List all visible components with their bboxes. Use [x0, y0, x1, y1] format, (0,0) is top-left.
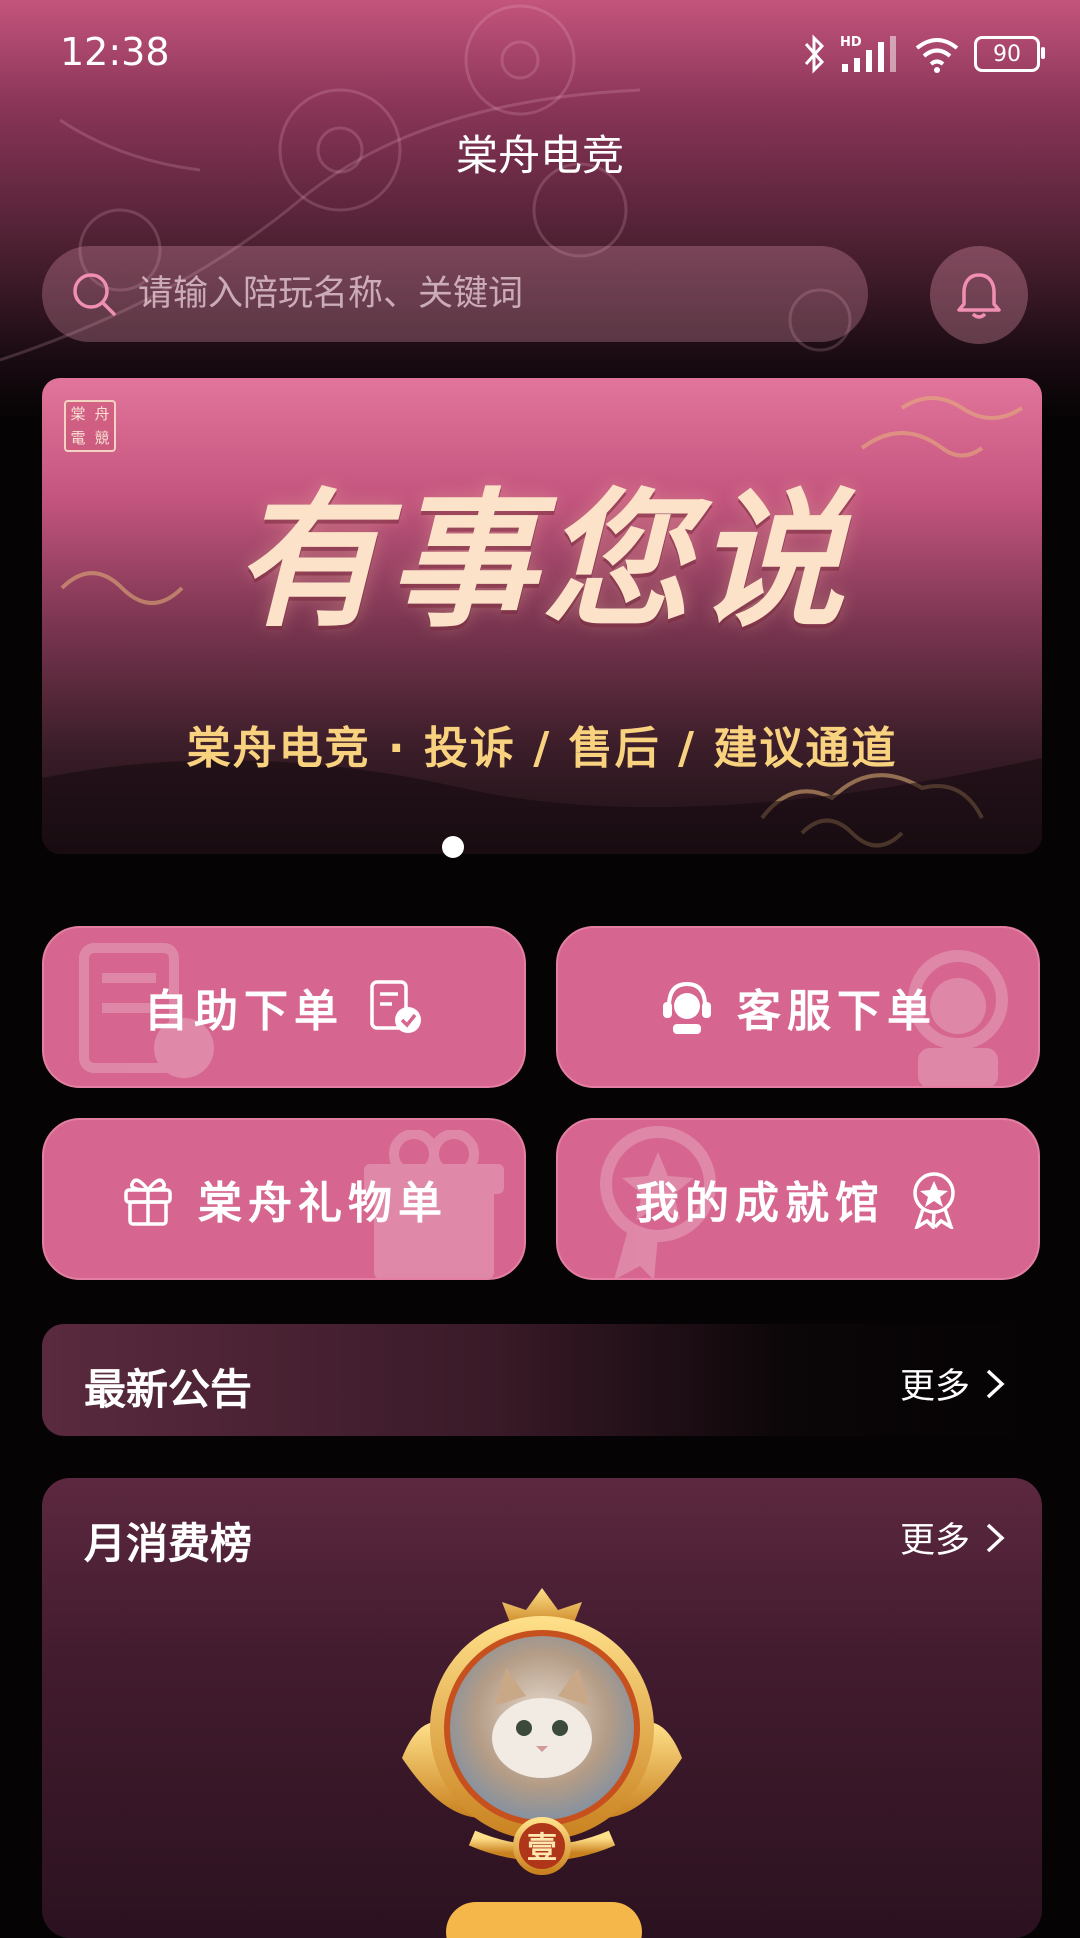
status-time: 12:38	[60, 30, 170, 74]
monthly-ranking-card: 月消费榜 更多 壹	[42, 1478, 1042, 1938]
promo-banner[interactable]: 棠 舟 電 競 有事您说 棠舟电竞 · 投诉 / 售后 / 建议通道	[42, 378, 1042, 854]
page-title: 棠舟电竞	[455, 131, 624, 180]
search-icon	[73, 273, 116, 316]
action-label: 自助下单	[144, 986, 344, 1037]
customer-service-icon	[663, 981, 711, 1034]
banner-headline: 有事您说	[234, 473, 850, 647]
seal-char: 舟	[94, 405, 110, 423]
action-label: 我的成就馆	[635, 1178, 885, 1229]
banner-subtitle: 棠舟电竞 · 投诉 / 售后 / 建议通道	[186, 723, 898, 774]
notification-button[interactable]	[930, 246, 1028, 344]
more-label: 更多	[899, 1521, 970, 1561]
chevron-right-icon	[986, 1523, 1005, 1552]
bluetooth-icon	[804, 34, 825, 74]
action-label: 棠舟礼物单	[198, 1178, 448, 1229]
achievement-hall-button[interactable]: 我的成就馆	[556, 1118, 1040, 1280]
notice-bar[interactable]: 最新公告 更多	[42, 1324, 1042, 1436]
notice-title: 最新公告	[84, 1365, 253, 1414]
network-badge: HD	[840, 35, 862, 50]
action-label: 客服下单	[737, 986, 937, 1037]
gift-order-button[interactable]: 棠舟礼物单	[42, 1118, 526, 1280]
top-rank-avatar-frame: 壹	[402, 1588, 682, 1875]
top-rank-name-pill	[446, 1902, 642, 1938]
rank-badge: 壹	[527, 1831, 557, 1866]
ranking-more-link[interactable]: 更多	[900, 1512, 1006, 1563]
service-order-button[interactable]: 客服下单	[556, 926, 1040, 1088]
chevron-right-icon	[986, 1369, 1005, 1398]
search-bar[interactable]	[42, 246, 868, 342]
order-check-icon	[370, 980, 421, 1033]
wifi-icon	[915, 38, 959, 73]
gift-icon	[124, 1178, 172, 1226]
seal-char: 棠	[70, 405, 86, 423]
self-order-button[interactable]: 自助下单	[42, 926, 526, 1088]
signal-icon: HD	[840, 35, 896, 72]
carousel-indicator[interactable]	[442, 836, 464, 858]
ranking-title: 月消费榜	[84, 1519, 253, 1568]
more-label: 更多	[899, 1367, 970, 1407]
notice-more-link[interactable]: 更多	[900, 1358, 1006, 1409]
status-bar: 12:38 HD 90	[0, 0, 1080, 108]
medal-icon	[913, 1172, 955, 1229]
battery-indicator: 90	[974, 36, 1045, 72]
battery-level: 90	[993, 41, 1021, 67]
search-input[interactable]	[136, 273, 868, 315]
status-icons: HD 90	[802, 32, 1045, 76]
bell-icon	[957, 273, 1001, 319]
